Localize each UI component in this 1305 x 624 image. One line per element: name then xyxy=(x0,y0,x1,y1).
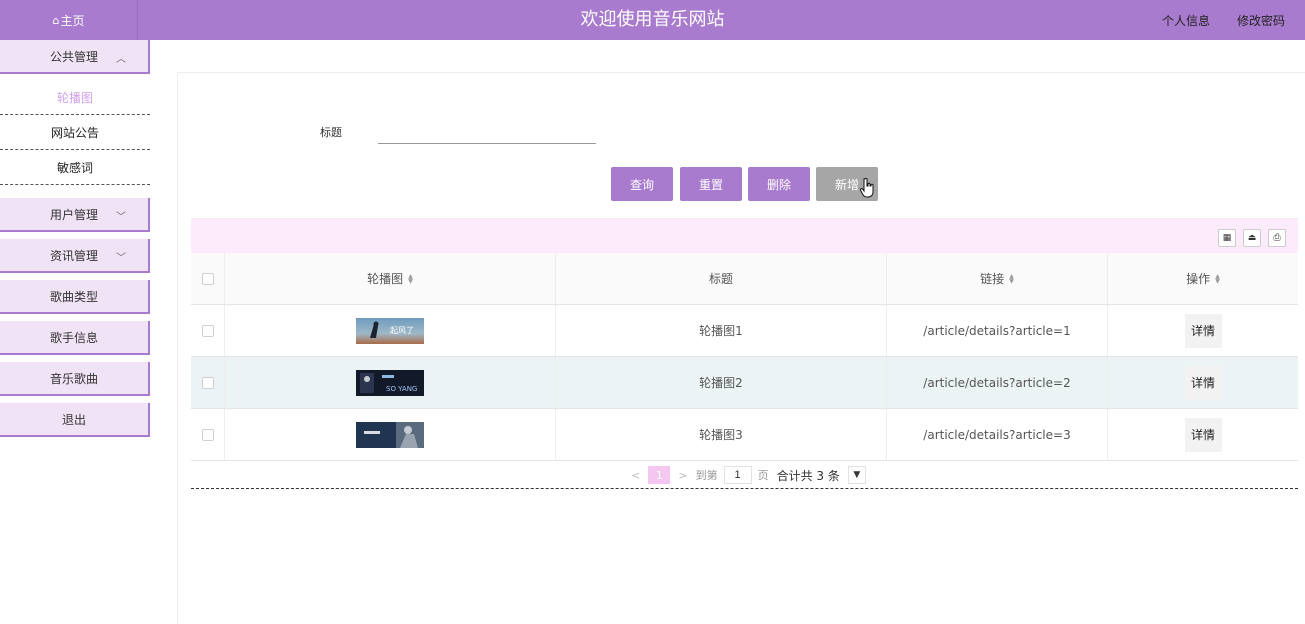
detail-button[interactable]: 详情 xyxy=(1184,417,1222,452)
menu-music-songs[interactable]: 音乐歌曲 xyxy=(0,362,150,396)
current-page-button[interactable]: 1 xyxy=(648,466,671,484)
chevron-up-icon: ︿ xyxy=(116,54,126,65)
image-cell: 起风了 xyxy=(225,305,556,356)
submenu-announcement[interactable]: 网站公告 xyxy=(0,115,150,150)
menu-user-management[interactable]: 用户管理 ﹀ xyxy=(0,198,150,232)
row-checkbox[interactable] xyxy=(201,324,214,337)
image-cell xyxy=(225,409,556,460)
detail-button[interactable]: 详情 xyxy=(1184,313,1222,348)
header-checkbox-cell xyxy=(191,253,225,304)
title-search-input[interactable] xyxy=(378,122,596,144)
title-cell: 轮播图2 xyxy=(556,357,887,408)
row-checkbox[interactable] xyxy=(201,376,214,389)
menu-song-type[interactable]: 歌曲类型 xyxy=(0,280,150,314)
menu-label: 公共管理 xyxy=(49,49,98,64)
detail-button[interactable]: 详情 xyxy=(1184,365,1222,400)
sort-icon[interactable]: ▲ ▼ xyxy=(1215,273,1220,284)
sort-icon[interactable]: ▲ ▼ xyxy=(1009,273,1014,284)
column-label: 轮播图 xyxy=(367,272,404,286)
title-cell: 轮播图3 xyxy=(556,409,887,460)
row-checkbox[interactable] xyxy=(201,428,214,441)
site-title: 欢迎使用音乐网站 xyxy=(580,9,725,30)
table-row: 轮播图3 /article/details?article=3 详情 xyxy=(191,409,1298,461)
table-header: 轮播图 ▲ ▼ 标题 链接 ▲ ▼ 操作 ▲ ▼ xyxy=(191,253,1298,305)
title-cell: 轮播图1 xyxy=(556,305,887,356)
page-size-select[interactable]: ▼ xyxy=(847,466,866,484)
column-label: 标题 xyxy=(708,272,733,286)
chevron-down-icon: ﹀ xyxy=(116,253,126,264)
title-search-label: 标题 xyxy=(320,126,342,139)
prev-page-icon[interactable]: < xyxy=(631,469,640,482)
menu-singer-info[interactable]: 歌手信息 xyxy=(0,321,150,355)
carousel-thumbnail-3[interactable] xyxy=(356,421,424,448)
next-page-icon[interactable]: > xyxy=(678,469,687,482)
query-button[interactable]: 查询 xyxy=(611,167,673,201)
goto-label: 到第 xyxy=(695,469,718,482)
columns-filter-icon[interactable]: ▦ xyxy=(1218,229,1236,247)
page-jump-input[interactable] xyxy=(723,466,752,484)
image-cell: SO YANG xyxy=(225,357,556,408)
row-checkbox-cell xyxy=(191,409,225,460)
column-label: 操作 xyxy=(1186,272,1211,286)
link-cell: /article/details?article=1 xyxy=(887,305,1108,356)
menu-public-management[interactable]: 公共管理 ︿ xyxy=(0,40,150,74)
menu-logout[interactable]: 退出 xyxy=(0,403,150,437)
hand-cursor-icon xyxy=(860,178,874,198)
header-links: 个人信息 修改密码 xyxy=(1135,0,1285,40)
header-title: 标题 xyxy=(556,253,887,304)
pagination: < 1 > 到第 页 合计共 3 条 ▼ xyxy=(191,461,1298,489)
select-all-checkbox[interactable] xyxy=(201,272,214,285)
header-image[interactable]: 轮播图 ▲ ▼ xyxy=(225,253,556,304)
delete-button[interactable]: 删除 xyxy=(748,167,810,201)
row-checkbox-cell xyxy=(191,357,225,408)
header-link[interactable]: 链接 ▲ ▼ xyxy=(887,253,1108,304)
home-icon: ⌂ xyxy=(52,13,60,27)
table-row: SO YANG 轮播图2 /article/details?article=2 … xyxy=(191,357,1298,409)
submenu-carousel[interactable]: 轮播图 xyxy=(0,80,150,115)
column-label: 链接 xyxy=(980,272,1005,286)
action-cell: 详情 xyxy=(1108,357,1298,408)
chevron-down-icon: ﹀ xyxy=(116,212,126,223)
action-cell: 详情 xyxy=(1108,409,1298,460)
reset-button[interactable]: 重置 xyxy=(680,167,742,201)
total-count: 合计共 3 条 xyxy=(776,468,840,483)
menu-label: 用户管理 xyxy=(49,207,98,222)
carousel-thumbnail-1[interactable]: 起风了 xyxy=(356,317,424,344)
action-cell: 详情 xyxy=(1108,305,1298,356)
link-cell: /article/details?article=3 xyxy=(887,409,1108,460)
chevron-down-icon: ▼ xyxy=(853,470,861,480)
header-actions[interactable]: 操作 ▲ ▼ xyxy=(1108,253,1298,304)
export-icon[interactable]: ⏏ xyxy=(1243,229,1261,247)
row-checkbox-cell xyxy=(191,305,225,356)
carousel-thumbnail-2[interactable]: SO YANG xyxy=(356,369,424,396)
carousel-table: ▦ ⏏ ⎙ 轮播图 ▲ ▼ 标题 链接 ▲ ▼ 操作 ▲ ▼ 起风了 轮播图1 … xyxy=(191,218,1298,489)
print-icon[interactable]: ⎙ xyxy=(1268,229,1286,247)
table-toolbar: ▦ ⏏ ⎙ xyxy=(191,218,1298,253)
profile-link[interactable]: 个人信息 xyxy=(1162,12,1210,29)
home-label: 主页 xyxy=(60,13,85,28)
link-cell: /article/details?article=2 xyxy=(887,357,1108,408)
change-password-link[interactable]: 修改密码 xyxy=(1237,12,1285,29)
table-row: 起风了 轮播图1 /article/details?article=1 详情 xyxy=(191,305,1298,357)
top-header: ⌂ 主页 欢迎使用音乐网站 个人信息 修改密码 xyxy=(0,0,1305,40)
menu-news-management[interactable]: 资讯管理 ﹀ xyxy=(0,239,150,273)
page-label: 页 xyxy=(757,469,769,482)
sort-icon[interactable]: ▲ ▼ xyxy=(408,273,413,284)
home-link[interactable]: ⌂ 主页 xyxy=(0,0,138,40)
thumbnail-text: SO YANG xyxy=(386,385,417,393)
menu-label: 资讯管理 xyxy=(49,248,98,263)
thumbnail-text: 起风了 xyxy=(390,326,414,335)
submenu-sensitive-words[interactable]: 敏感词 xyxy=(0,150,150,185)
